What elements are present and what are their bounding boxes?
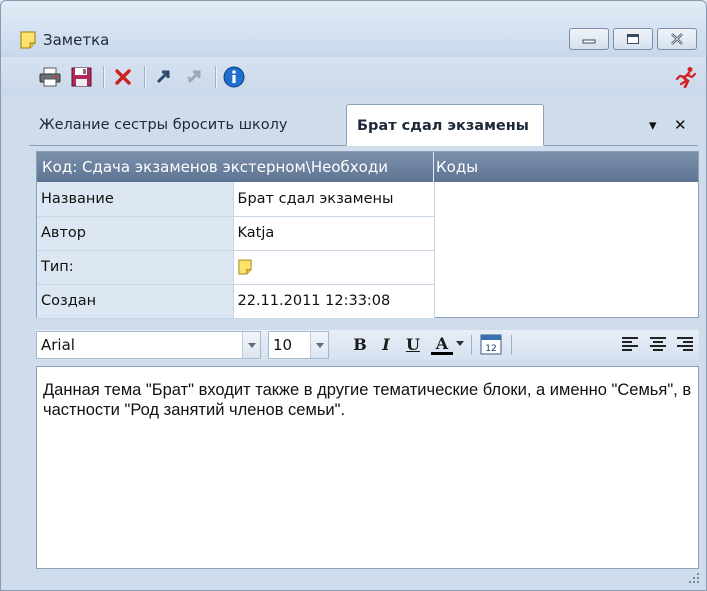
align-right-icon [677,337,693,351]
window-title: Заметка [43,31,110,49]
insert-date-button[interactable]: 12 [480,333,502,355]
font-family-value: Arial [41,336,75,354]
property-value-created: 22.11.2011 12:33:08 [233,284,435,319]
delete-icon [115,69,131,85]
property-key: Автор [37,216,234,251]
font-family-select[interactable]: Arial [36,331,261,359]
close-icon [671,33,683,45]
chevron-down-icon[interactable] [456,341,464,346]
property-key: Тип: [37,250,234,285]
properties-panel: Код: Сдача экзаменов экстерном\Необходи … [36,151,699,319]
align-right-button[interactable] [676,336,694,356]
resize-grip-icon[interactable] [688,572,700,584]
align-left-button[interactable] [621,336,639,356]
property-row: Создан 22.11.2011 12:33:08 [37,284,435,319]
maximize-button[interactable] [613,28,653,50]
property-row: Автор Katja [37,216,435,251]
note-icon [237,259,252,275]
info-icon [223,66,245,88]
follow-link-button[interactable] [151,65,175,89]
unlink-button[interactable] [182,65,206,89]
tab-label: Брат сдал экзамены [357,118,529,134]
property-key: Название [37,182,234,217]
save-button[interactable] [70,65,94,89]
main-toolbar [1,57,706,97]
property-value-name[interactable]: Брат сдал экзамены [233,182,435,217]
code-path: Код: Сдача экзаменов экстерном\Необходи [42,152,434,182]
format-toolbar: Arial 10 B I U A 12 [36,330,699,360]
calendar-day: 12 [485,344,496,354]
info-button[interactable] [222,65,246,89]
minimize-button[interactable] [569,28,609,50]
chevron-down-icon[interactable] [310,332,328,358]
tab-sister-school[interactable]: Желание сестры бросить школу [29,104,297,146]
tab-menu-button[interactable]: ▾ [649,104,657,146]
property-row: Тип: [37,250,435,285]
tab-label: Желание сестры бросить школу [39,117,288,133]
property-key: Создан [37,284,234,319]
font-size-select[interactable]: 10 [268,331,329,359]
note-text-editor[interactable]: Данная тема "Брат" входит также в другие… [36,366,699,569]
unlink-icon [187,70,201,84]
properties-header: Код: Сдача экзаменов экстерном\Необходи … [37,152,698,182]
properties-table: Название Брат сдал экзамены Автор Katja … [37,182,435,319]
maximize-icon [627,34,639,44]
align-left-icon [622,337,638,351]
align-center-button[interactable] [649,336,667,356]
arrow-up-right-icon [156,70,170,84]
bold-button[interactable]: B [349,333,371,357]
tab-strip: Желание сестры бросить школу Брат сдал э… [29,104,698,146]
codes-header: Коды [436,158,479,176]
font-size-value: 10 [273,336,293,354]
property-row: Название Брат сдал экзамены [37,182,435,217]
align-center-icon [650,337,666,351]
underline-button[interactable]: U [402,333,424,357]
close-window-button[interactable] [657,28,697,50]
note-window: Заметка Желание сестры бросить школу Бра… [0,0,707,591]
tab-brother-exams[interactable]: Брат сдал экзамены [346,104,544,146]
calendar-icon: 12 [480,334,502,355]
font-color-button[interactable]: A [431,333,453,355]
delete-button[interactable] [111,65,135,89]
property-value-author[interactable]: Katja [233,216,435,251]
minimize-icon [582,39,596,44]
save-icon [71,67,92,87]
running-man-icon [675,67,697,88]
tab-close-button[interactable]: ✕ [674,104,687,146]
title-bar: Заметка [1,1,706,57]
quick-exit-button[interactable] [674,65,698,89]
chevron-down-icon[interactable] [242,332,260,358]
italic-button[interactable]: I [375,333,397,357]
print-button[interactable] [38,65,62,89]
note-icon [20,31,36,49]
printer-icon [39,67,61,87]
property-value-type [233,250,435,285]
